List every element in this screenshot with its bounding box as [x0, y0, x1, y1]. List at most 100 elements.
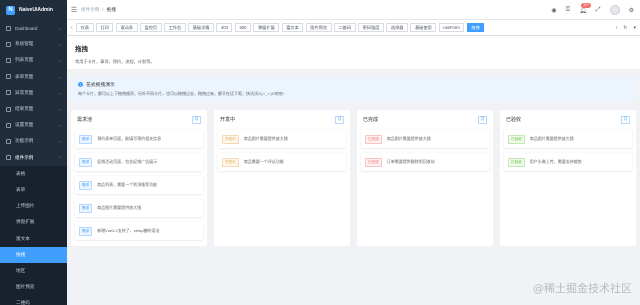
avatar[interactable] — [609, 5, 620, 15]
kanban-card[interactable]: 已完成 订单需要提供删除到回收站 — [361, 153, 489, 171]
tags-scroll-right-icon[interactable]: › — [616, 25, 618, 31]
kanban-card[interactable]: 需求 新增Vue3.2支持了，setup糖的语法 — [75, 222, 203, 240]
watermark: @稀土掘金技术社区 — [533, 282, 632, 295]
kanban-card[interactable]: 已验收 用户头像上传，需要支持裁剪 — [504, 153, 632, 171]
kanban-column: 开发中月开发中 商品图片需要提供放大镜 开发中 商品需要一个评论功能 — [214, 110, 350, 246]
tab-tag[interactable]: 403 — [216, 23, 233, 32]
kanban-card[interactable]: 开发中 商品图片需要提供放大镜 — [218, 130, 346, 148]
sidebar-subitem[interactable]: 图片预览 — [0, 279, 67, 295]
menu-icon — [6, 41, 11, 47]
column-body: 已完成 商品图片需要提供放大镜 已完成 订单需要提供删除到回收站 — [361, 130, 489, 171]
notification-bell[interactable]: 🔔︎ 10+ — [579, 2, 592, 14]
sidebar-subitem[interactable]: 上传图片 — [0, 198, 67, 214]
settings-icon[interactable]: ⚙ — [629, 7, 634, 14]
tab-tag[interactable]: useForm — [438, 23, 465, 32]
card-text: 促销活动页面，包含促销广告展示 — [97, 159, 158, 164]
info-icon: i — [78, 82, 83, 87]
sidebar-item-label: Dashboard — [15, 25, 38, 31]
sidebar-subitem[interactable]: 弹窗扩展 — [0, 214, 67, 230]
sidebar-subitem[interactable]: 二维码 — [0, 295, 67, 305]
sidebar-submenu: 表格 表单 上传图片 弹窗扩展 富文本 拖拽 地区 图片预览 二维码 — [0, 165, 67, 305]
sidebar-item[interactable]: 异常页面 ⌄ — [0, 85, 67, 101]
github-icon[interactable]: ◉ — [551, 7, 556, 14]
kanban-card[interactable]: 需求 预约表单页面，能填写预约相关信息 — [75, 130, 203, 148]
tags-scroll-left-icon[interactable]: ‹ — [70, 25, 74, 31]
tab-tag[interactable]: 密码强度 — [358, 23, 384, 32]
kanban-card[interactable]: 需求 商品列表，需要一个到顶推荐功能 — [75, 176, 203, 194]
column-header: 开发中 月 — [218, 114, 346, 125]
sidebar-item[interactable]: 列表页面 ⌄ — [0, 52, 67, 68]
column-header: 需求池 月 — [75, 114, 203, 125]
brand[interactable]: N NaiveUiAdmin — [0, 0, 67, 20]
breadcrumb-item[interactable]: 组件示例 — [81, 7, 99, 13]
sidebar-menu: Dashboard ⌄ 系统管理 ⌄ 列表页面 ⌄ 表单页面 ⌄ 异常页面 ⌄ 结果页面 ⌄ 设置页面 ⌄… — [0, 20, 67, 305]
tags-list: 仪表 打印 滚动条 监控页 工作台 基础详情 403 500 弹窗扩展 富文本 图片预览 二维码 密码强… — [76, 23, 485, 32]
menu-toggle-icon[interactable]: ☰ — [67, 0, 81, 20]
sidebar-item[interactable]: 功能示例 ⌄ — [0, 133, 67, 149]
tab-tag[interactable]: 基础使用 — [410, 23, 437, 32]
sidebar-item[interactable]: 表单页面 ⌄ — [0, 69, 67, 85]
info-alert: i 花式拖拽演示 每个卡片，都可以上下拖拽顺序，另外不同卡片，也可以拖拽过去，拖… — [71, 77, 636, 101]
sidebar-subitem[interactable]: 富文本 — [0, 230, 67, 246]
tab-tag[interactable]: 图片预览 — [305, 23, 332, 32]
chevron-down-icon: ⌄ — [58, 106, 62, 112]
card-text: 商品图片需要提供放大镜 — [386, 136, 431, 141]
card-text: 新增Vue3.2支持了，setup糖的语法 — [97, 228, 160, 233]
sidebar-item[interactable]: 系统管理 ⌄ — [0, 36, 67, 52]
tab-tag[interactable]: 监控页 — [140, 23, 162, 32]
card-status-tag: 需求 — [79, 134, 93, 144]
tab-tag[interactable]: 拖拽 — [466, 23, 485, 32]
lock-icon[interactable]: ⚿ — [566, 7, 571, 14]
kanban-card[interactable]: 需求 促销活动页面，包含促销广告展示 — [75, 153, 203, 171]
sidebar-item-label: 列表页面 — [15, 57, 34, 63]
kanban-board: 需求池月需求 预约表单页面，能填写预约相关信息 需求 促销活动页面，包含促销广告展示需… — [71, 110, 636, 246]
column-badge: 月 — [478, 115, 487, 124]
sidebar-item[interactable]: 结果页面 ⌄ — [0, 101, 67, 117]
tab-tag[interactable]: 富文本 — [281, 23, 304, 32]
breadcrumb: 组件示例 / 拖拽 — [81, 7, 116, 13]
sidebar-item-label: 设置页面 — [15, 122, 34, 128]
card-status-tag: 需求 — [79, 157, 93, 167]
column-title: 已验收 — [506, 117, 522, 123]
column-badge: 月 — [335, 115, 344, 124]
tab-tag[interactable]: 选择器 — [386, 23, 408, 32]
sidebar-subitem[interactable]: 表单 — [0, 182, 67, 198]
chevron-down-icon: ⌄ — [58, 122, 62, 128]
tab-tag[interactable]: 500 — [234, 23, 251, 32]
menu-icon — [6, 155, 11, 161]
info-title-row: i 花式拖拽演示 — [78, 81, 629, 88]
tags-tools: › ↻ ▾ — [616, 20, 636, 36]
kanban-column: 已验收月已验收 商品图片需要提供放大镜 已验收 用户头像上传，需要支持裁剪 — [500, 110, 636, 246]
fullscreen-icon[interactable]: ⤢ — [596, 7, 601, 14]
tab-tag[interactable]: 基础详情 — [188, 23, 214, 32]
tab-tag[interactable]: 工作台 — [164, 23, 186, 32]
tab-tag[interactable]: 滚动条 — [115, 23, 138, 32]
breadcrumb-item-current: 拖拽 — [106, 6, 116, 12]
tab-tag[interactable]: 仪表 — [76, 23, 94, 32]
sidebar-subitem[interactable]: 拖拽 — [0, 246, 67, 263]
sidebar-item-label: 异常页面 — [15, 89, 34, 95]
refresh-icon[interactable]: ↻ — [623, 25, 627, 31]
column-badge: 月 — [192, 115, 201, 124]
sidebar-item[interactable]: 设置页面 ⌄ — [0, 117, 67, 133]
sidebar-item-label: 表单页面 — [15, 73, 34, 79]
breadcrumb-separator: / — [102, 7, 104, 12]
tags-bar: ‹ 仪表 打印 滚动条 监控页 工作台 基础详情 403 500 弹窗扩展 富文本 图片预览 二维码密… — [67, 20, 640, 36]
kanban-card[interactable]: 开发中 商品需要一个评论功能 — [218, 153, 346, 171]
tab-tag[interactable]: 二维码 — [334, 23, 356, 32]
kanban-card[interactable]: 需求 商品图片需要提供放大镜 — [75, 199, 203, 217]
notification-badge: 10+ — [581, 2, 592, 8]
sidebar-subitem[interactable]: 表格 — [0, 166, 67, 182]
sidebar-subitem[interactable]: 地区 — [0, 263, 67, 279]
tags-menu-icon[interactable]: ▾ — [633, 25, 636, 31]
kanban-card[interactable]: 已验收 商品图片需要提供放大镜 — [504, 130, 632, 148]
kanban-card[interactable]: 已完成 商品图片需要提供放大镜 — [361, 130, 489, 148]
card-status-tag: 已完成 — [365, 134, 382, 144]
sidebar-item[interactable]: Dashboard ⌄ — [0, 20, 67, 36]
chevron-up-icon: ⌃ — [58, 155, 62, 161]
tab-tag[interactable]: 打印 — [96, 23, 114, 32]
tab-tag[interactable]: 弹窗扩展 — [253, 23, 280, 32]
sidebar-item-label: 功能示例 — [15, 138, 34, 144]
sidebar-item-open-group[interactable]: 组件示例 ⌃ — [0, 150, 67, 166]
column-title: 需求池 — [77, 117, 93, 123]
